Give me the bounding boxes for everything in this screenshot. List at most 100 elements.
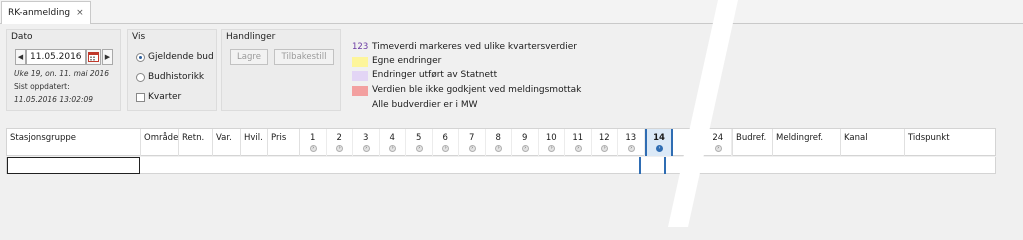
col-label: Hvil. bbox=[244, 133, 263, 143]
handlinger-group: Handlinger Lagre Tilbakestill bbox=[221, 29, 341, 111]
reset-button[interactable]: Tilbakestill bbox=[274, 49, 334, 65]
hour-col-4[interactable]: 4 › bbox=[380, 129, 406, 156]
hour-label: 4 bbox=[389, 133, 395, 143]
hour-col-3[interactable]: 3 › bbox=[353, 129, 380, 156]
legend-swatch-statnett bbox=[352, 71, 368, 81]
hour-col-11[interactable]: 11 › bbox=[565, 129, 592, 156]
hour-label: 2 bbox=[336, 133, 342, 143]
save-button[interactable]: Lagre bbox=[230, 49, 268, 65]
col-var[interactable]: Var. bbox=[213, 129, 241, 156]
expand-icon[interactable]: › bbox=[601, 145, 609, 152]
legend-swatch-egne bbox=[352, 57, 368, 67]
hour-col-24[interactable]: 24 › bbox=[705, 129, 732, 156]
col-label: Tidspunkt bbox=[908, 133, 950, 143]
updated-label: Sist oppdatert: bbox=[14, 82, 70, 91]
col-label: Stasjonsgruppe bbox=[10, 133, 77, 143]
hour-col-1[interactable]: 1 › bbox=[300, 129, 327, 156]
vis-title: Vis bbox=[132, 32, 146, 42]
week-info: Uke 19, on. 11. mai 2016 bbox=[14, 69, 110, 78]
col-omrade[interactable]: Område bbox=[141, 129, 179, 156]
legend-num-text: Timeverdi markeres ved ulike kvartersver… bbox=[372, 42, 578, 52]
legend-text-egne: Egne endringer bbox=[372, 56, 442, 66]
expand-icon[interactable]: › bbox=[521, 145, 529, 152]
next-date-button[interactable]: ▶ bbox=[102, 49, 113, 65]
radio-budhistorikk[interactable] bbox=[136, 73, 145, 82]
hour-col-14-selected[interactable]: 14 › bbox=[645, 129, 673, 156]
hour-col-6[interactable]: 6 › bbox=[433, 129, 459, 156]
expand-icon[interactable]: › bbox=[309, 145, 317, 152]
expand-icon[interactable]: › bbox=[468, 145, 476, 152]
col-label: Pris bbox=[271, 133, 287, 143]
col-label: Retn. bbox=[182, 133, 205, 143]
grid-header: Stasjonsgruppe Område Retn. Var. Hvil. P… bbox=[6, 128, 996, 156]
stasjonsgruppe-cell-editor[interactable] bbox=[7, 157, 140, 174]
prev-date-button[interactable]: ◀ bbox=[15, 49, 26, 65]
hour-label: 8 bbox=[495, 133, 501, 143]
col-label: Var. bbox=[216, 133, 232, 143]
close-icon[interactable]: × bbox=[76, 8, 84, 18]
kvarter-label[interactable]: Kvarter bbox=[148, 92, 181, 102]
legend-num-marker: 123 bbox=[352, 42, 369, 52]
hour-label: 5 bbox=[416, 133, 422, 143]
expand-icon[interactable]: › bbox=[415, 145, 423, 152]
date-input[interactable]: 11.05.2016 bbox=[26, 49, 86, 65]
legend-text-ikke-godkjent: Verdien ble ikke godkjent ved meldingsmo… bbox=[372, 85, 582, 95]
expand-icon[interactable]: › bbox=[336, 145, 344, 152]
selected-hour-cell[interactable] bbox=[639, 157, 666, 174]
expand-icon[interactable]: › bbox=[389, 145, 397, 152]
hour-label: 10 bbox=[545, 133, 557, 143]
col-label: Meldingref. bbox=[776, 133, 824, 143]
hour-label: 13 bbox=[625, 133, 637, 143]
expand-icon[interactable]: › bbox=[442, 145, 450, 152]
hour-label: 9 bbox=[522, 133, 528, 143]
expand-icon[interactable]: › bbox=[714, 145, 722, 152]
tab-rk-anmelding[interactable]: RK-anmelding × bbox=[1, 1, 91, 24]
col-stasjonsgruppe[interactable]: Stasjonsgruppe bbox=[7, 129, 141, 156]
tab-bar: RK-anmelding × bbox=[0, 0, 1023, 24]
expand-icon[interactable]: › bbox=[548, 145, 556, 152]
dato-title: Dato bbox=[11, 32, 33, 42]
hour-col-7[interactable]: 7 › bbox=[459, 129, 486, 156]
hour-label: 14 bbox=[653, 133, 665, 143]
vis-group: Vis Gjeldende bud Budhistorikk Kvarter bbox=[127, 29, 217, 111]
col-hvil[interactable]: Hvil. bbox=[241, 129, 268, 156]
updated-value: 11.05.2016 13:02:09 bbox=[14, 95, 94, 104]
hour-col-10[interactable]: 10 › bbox=[539, 129, 565, 156]
hour-col-2[interactable]: 2 › bbox=[327, 129, 353, 156]
expand-icon[interactable]: › bbox=[362, 145, 370, 152]
col-label: Område bbox=[144, 133, 179, 143]
col-retn[interactable]: Retn. bbox=[179, 129, 213, 156]
hour-col-9[interactable]: 9 › bbox=[512, 129, 539, 156]
hour-col-12[interactable]: 12 › bbox=[592, 129, 618, 156]
hour-label: 1 bbox=[310, 133, 316, 143]
col-meldingref[interactable]: Meldingref. bbox=[773, 129, 841, 156]
expand-icon[interactable]: › bbox=[627, 145, 635, 152]
hour-label: 7 bbox=[469, 133, 475, 143]
radio-label-gjeldende-bud[interactable]: Gjeldende bud bbox=[148, 52, 214, 62]
col-label: Budref. bbox=[736, 133, 767, 143]
handlinger-title: Handlinger bbox=[226, 32, 276, 42]
radio-label-budhistorikk[interactable]: Budhistorikk bbox=[148, 72, 204, 82]
dato-group: Dato ◀ 11.05.2016 ▶ Uke 19, on. 11. mai … bbox=[6, 29, 121, 111]
expand-icon[interactable]: › bbox=[574, 145, 582, 152]
calendar-icon[interactable] bbox=[86, 49, 101, 65]
hour-label: 24 bbox=[712, 133, 724, 143]
radio-gjeldende-bud[interactable] bbox=[136, 53, 145, 62]
hour-label: 12 bbox=[598, 133, 610, 143]
expand-icon[interactable]: › bbox=[656, 145, 663, 152]
col-budref[interactable]: Budref. bbox=[732, 129, 773, 156]
legend-text-statnett: Endringer utført av Statnett bbox=[372, 70, 498, 80]
tab-label: RK-anmelding bbox=[8, 8, 71, 18]
hour-col-8[interactable]: 8 › bbox=[486, 129, 512, 156]
col-pris[interactable]: Pris bbox=[268, 129, 300, 156]
col-tidspunkt[interactable]: Tidspunkt bbox=[905, 129, 997, 156]
kvarter-checkbox[interactable] bbox=[136, 93, 145, 102]
col-label: Kanal bbox=[844, 133, 868, 143]
col-kanal[interactable]: Kanal bbox=[841, 129, 905, 156]
expand-icon[interactable]: › bbox=[495, 145, 503, 152]
hour-col-5[interactable]: 5 › bbox=[406, 129, 433, 156]
hour-col-13[interactable]: 13 › bbox=[618, 129, 645, 156]
table-row bbox=[6, 157, 996, 174]
legend-unit-text: Alle budverdier er i MW bbox=[372, 100, 478, 110]
hour-label: 11 bbox=[572, 133, 584, 143]
